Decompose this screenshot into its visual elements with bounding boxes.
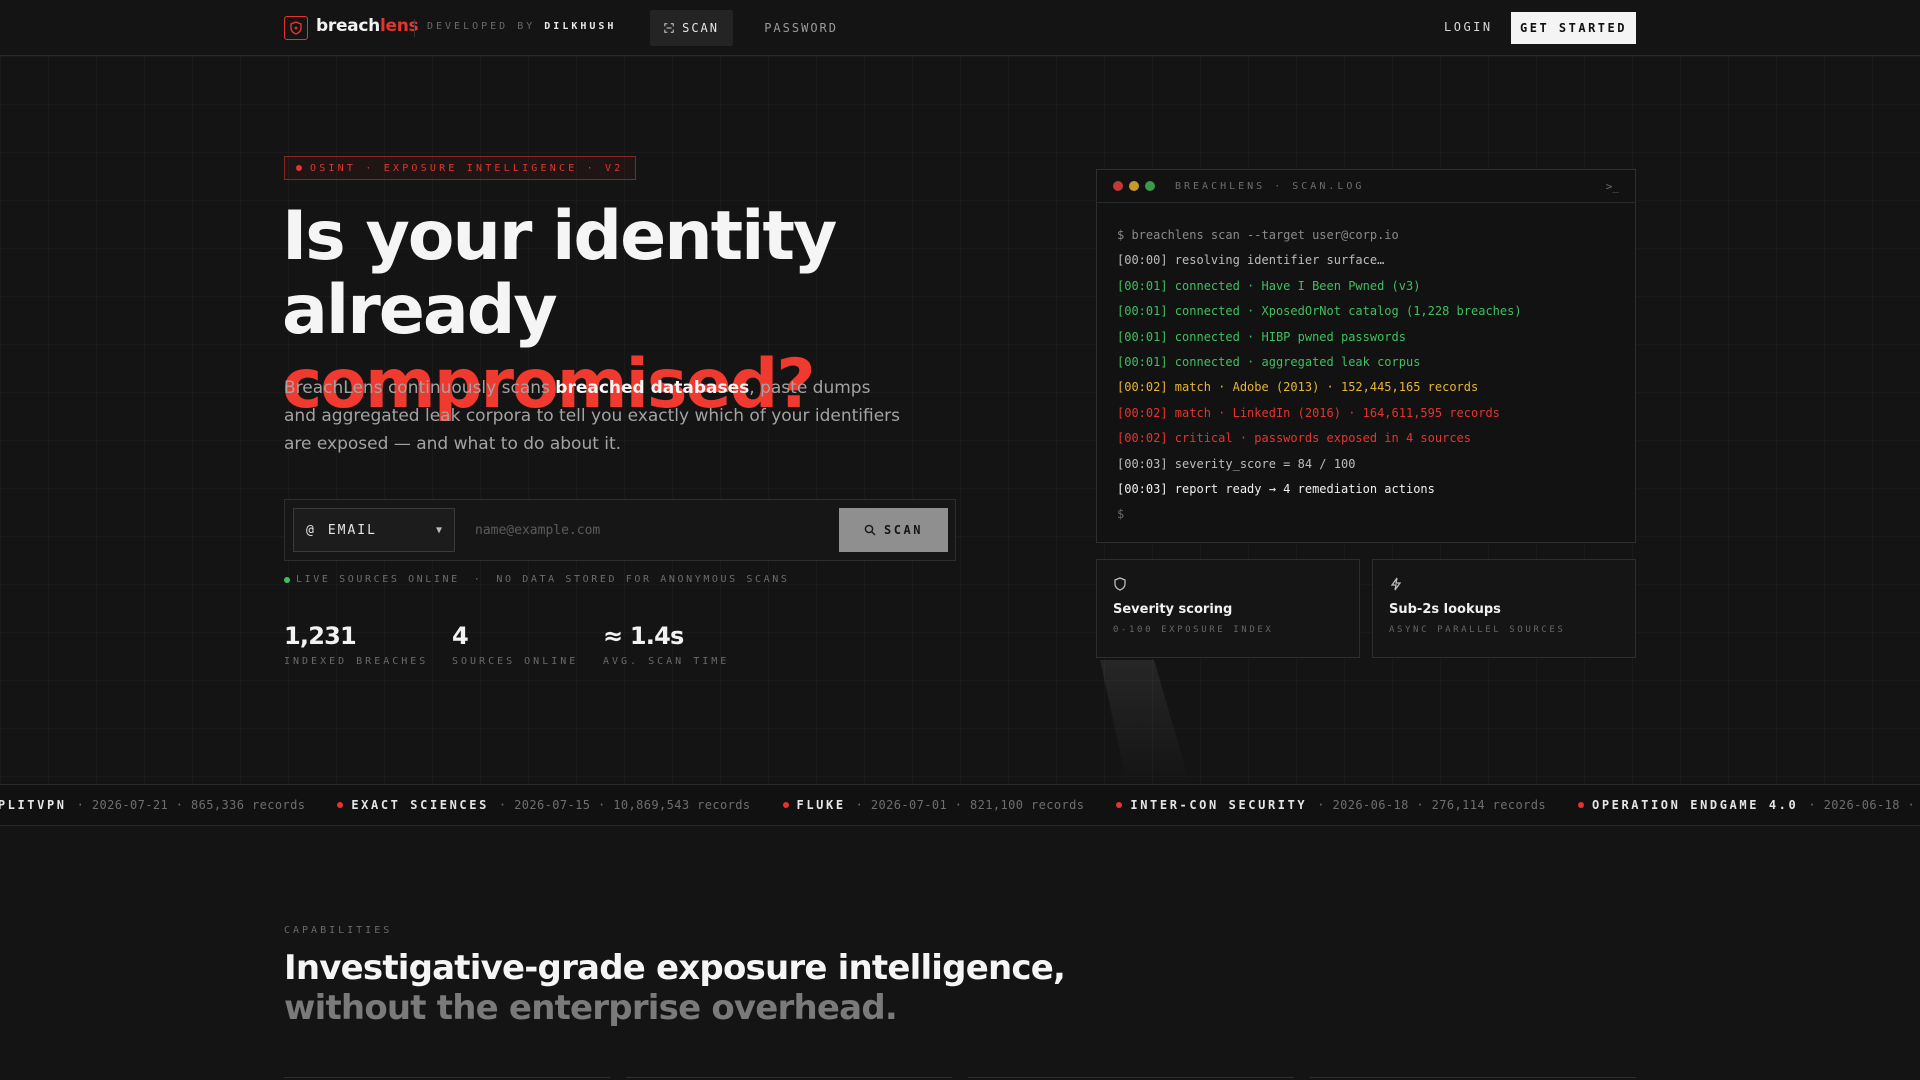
badge-dot-icon <box>296 165 302 171</box>
ticker-breach-meta: · 2026-06-18 · 4,348,526 records <box>1808 798 1916 812</box>
ticker-breach-meta: · 2026-07-21 · 865,336 records <box>76 798 306 812</box>
ticker-item[interactable]: EXACT SCIENCES · 2026-07-15 · 10,869,543 … <box>337 798 750 812</box>
ticker-breach-meta: · 2026-07-15 · 10,869,543 records <box>498 798 751 812</box>
get-started-button[interactable]: GET STARTED <box>1511 12 1636 44</box>
shield-logo-icon[interactable] <box>284 16 308 40</box>
card-title: Sub-2s lookups <box>1389 602 1501 617</box>
stat-avg-scan-time: ≈ 1.4s AVG. SCAN TIME <box>603 622 730 667</box>
window-maximize-icon[interactable] <box>1145 181 1155 191</box>
shield-icon <box>1114 577 1126 591</box>
terminal-line: [00:03] severity_score = 84 / 100 <box>1117 456 1356 471</box>
search-icon <box>864 524 876 536</box>
feature-card-severity: Severity scoring 0-100 EXPOSURE INDEX <box>1096 559 1360 658</box>
scan-button[interactable]: SCAN <box>839 508 948 552</box>
login-link[interactable]: LOGIN <box>1444 20 1493 34</box>
brand-name[interactable]: breachlens <box>316 16 419 36</box>
ticker-breach-name: SPLITVPN <box>0 798 67 812</box>
scan-form: @ EMAIL ▼ SCAN <box>284 499 956 561</box>
breach-dot-icon <box>1116 802 1123 808</box>
card-subtitle: ASYNC PARALLEL SOURCES <box>1389 625 1566 635</box>
ticker-breach-name: INTER-CON SECURITY <box>1130 798 1308 812</box>
bolt-icon <box>1390 577 1402 591</box>
breach-dot-icon <box>782 802 789 808</box>
tab-password-label: PASSWORD <box>764 21 838 35</box>
terminal-title: BREACHLENS · SCAN.LOG <box>1175 180 1365 192</box>
ticker-breach-meta: · 2026-07-01 · 821,100 records <box>855 798 1085 812</box>
terminal-line: $ breachlens scan --target user@corp.io <box>1117 228 1399 242</box>
ticker-breach-meta: · 2026-06-18 · 276,114 records <box>1317 798 1546 812</box>
badge-text: OSINT · EXPOSURE INTELLIGENCE · V2 <box>310 162 624 174</box>
stat-sources-online: 4 SOURCES ONLINE <box>452 622 579 667</box>
scan-icon <box>664 23 674 33</box>
card-title: Severity scoring <box>1113 602 1233 617</box>
caret-down-icon: ▼ <box>435 524 444 536</box>
terminal-line: [00:02] match · Adobe (2013) · 152,445,1… <box>1117 380 1479 395</box>
developed-by: DEVELOPED BY DILKHUSH <box>427 21 617 32</box>
at-icon: @ <box>306 522 316 538</box>
window-close-icon[interactable] <box>1113 181 1123 191</box>
terminal-line: [00:02] match · LinkedIn (2016) · 164,61… <box>1117 405 1500 420</box>
tab-scan-label: SCAN <box>682 21 719 35</box>
sources-status: LIVE SOURCES ONLINE · NO DATA STORED FOR… <box>284 574 790 585</box>
ticker-breach-name: FLUKE <box>796 798 846 812</box>
terminal-line: [00:00] resolving identifier surface… <box>1117 253 1385 268</box>
terminal-output: $ breachlens scan --target user@corp.io [… <box>1097 203 1635 528</box>
online-dot-icon <box>284 576 290 583</box>
scan-button-label: SCAN <box>884 523 923 537</box>
tab-scan[interactable]: SCAN <box>650 10 733 46</box>
terminal-line: [00:02] critical · passwords exposed in … <box>1117 431 1472 446</box>
scan-log-terminal: BREACHLENS · SCAN.LOG >_ $ breachlens sc… <box>1096 169 1636 543</box>
breach-dot-icon <box>337 802 344 808</box>
nav-divider <box>414 19 415 37</box>
ticker-item[interactable]: FLUKE · 2026-07-01 · 821,100 records <box>782 798 1085 812</box>
top-navbar: breachlens DEVELOPED BY DILKHUSH SCAN PA… <box>0 0 1920 56</box>
tab-password[interactable]: PASSWORD <box>742 10 852 46</box>
hero-badge: OSINT · EXPOSURE INTELLIGENCE · V2 <box>284 156 636 180</box>
ticker-item[interactable]: SPLITVPN · 2026-07-21 · 865,336 records <box>0 798 305 812</box>
ticker-item[interactable]: INTER-CON SECURITY · 2026-06-18 · 276,114… <box>1116 798 1546 812</box>
terminal-line: [00:01] connected · aggregated leak corp… <box>1117 354 1421 369</box>
ticker-item[interactable]: OPERATION ENDGAME 4.0 · 2026-06-18 · 4,34… <box>1578 798 1920 812</box>
window-minimize-icon[interactable] <box>1129 181 1139 191</box>
terminal-line: [00:01] connected · XposedOrNot catalog … <box>1117 304 1522 319</box>
identifier-type-value: EMAIL <box>327 522 377 538</box>
terminal-titlebar: BREACHLENS · SCAN.LOG >_ <box>1097 170 1635 203</box>
terminal-line: [00:01] connected · HIBP pwned passwords <box>1117 329 1406 344</box>
decorative-light-beam <box>1100 660 1190 784</box>
ticker-breach-name: OPERATION ENDGAME 4.0 <box>1592 798 1799 812</box>
stat-indexed-breaches: 1,231 INDEXED BREACHES <box>284 622 429 667</box>
breach-ticker: SPLITVPN · 2026-07-21 · 865,336 records EX… <box>0 784 1920 826</box>
card-subtitle: 0-100 EXPOSURE INDEX <box>1113 625 1274 635</box>
breach-dot-icon <box>1578 802 1584 808</box>
identifier-input[interactable] <box>463 508 823 552</box>
prompt-icon: >_ <box>1605 179 1619 193</box>
terminal-line: $ <box>1117 507 1125 522</box>
identifier-type-select[interactable]: @ EMAIL ▼ <box>293 508 455 552</box>
section-label: CAPABILITIES <box>284 925 393 936</box>
section-title: Investigative-grade exposure intelligenc… <box>284 948 1066 1028</box>
terminal-line: [00:03] report ready → 4 remediation act… <box>1117 481 1435 496</box>
terminal-line: [00:01] connected · Have I Been Pwned (v… <box>1117 278 1421 293</box>
ticker-breach-name: EXACT SCIENCES <box>351 798 489 812</box>
feature-card-lookups: Sub-2s lookups ASYNC PARALLEL SOURCES <box>1372 559 1636 658</box>
hero-description: BreachLens continuously scans breached d… <box>284 378 900 454</box>
